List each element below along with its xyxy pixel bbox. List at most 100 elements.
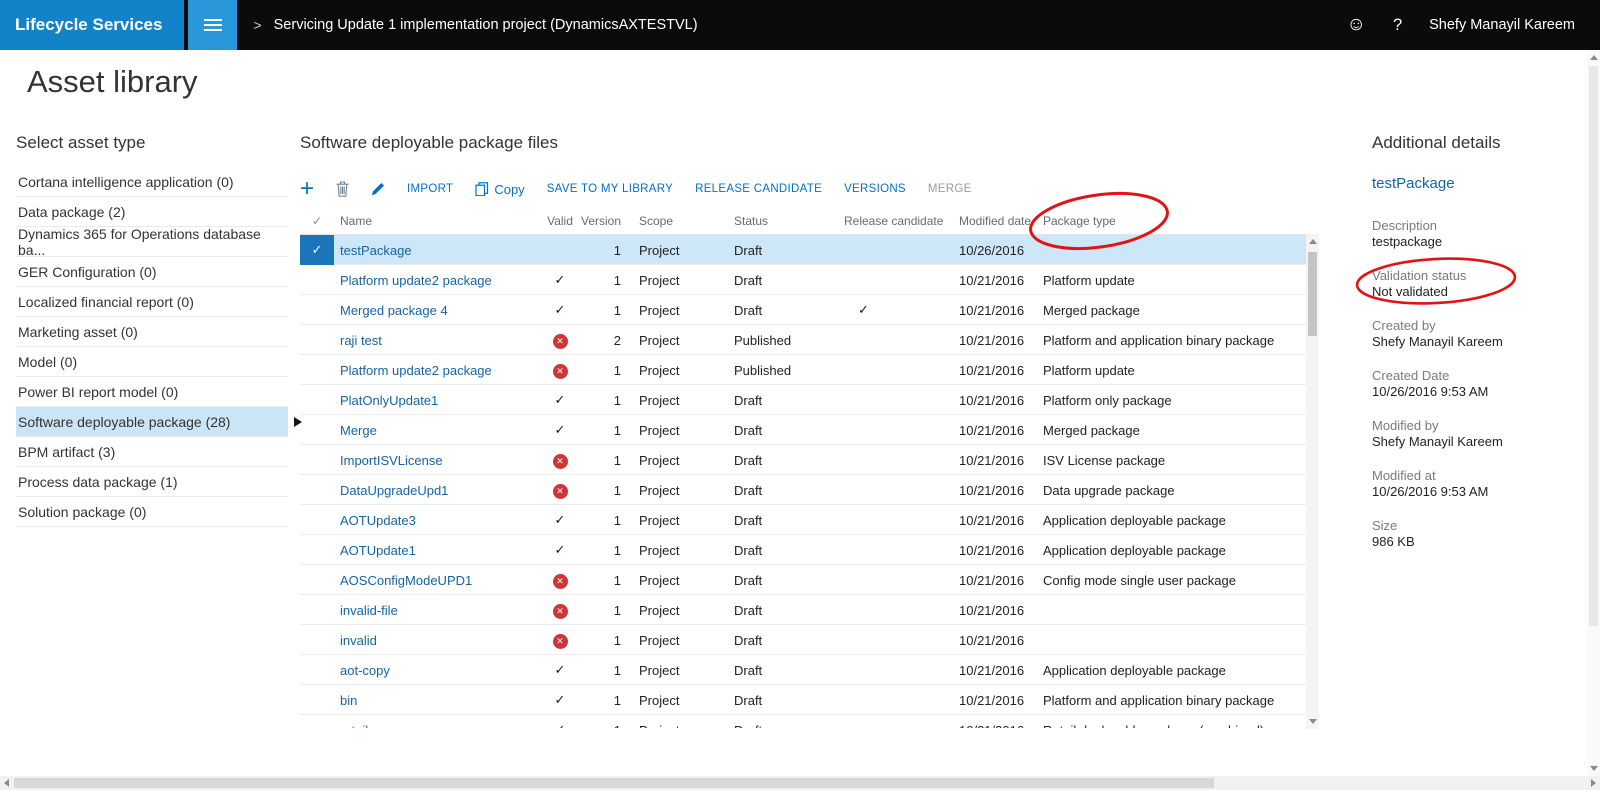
package-name-link[interactable]: invalid [334,633,539,648]
feedback-smiley-icon[interactable]: ☺ [1347,14,1366,36]
scroll-up-arrow-icon[interactable] [1309,239,1317,244]
row-checkbox[interactable] [300,715,334,728]
row-checkbox[interactable] [300,295,334,325]
table-scrollbar-thumb[interactable] [1308,252,1317,336]
sidebar-item[interactable]: Power BI report model (0) [16,377,288,407]
select-all-check-icon[interactable]: ✓ [300,214,334,228]
row-checkbox[interactable] [300,505,334,535]
scroll-left-arrow-icon[interactable] [4,779,9,787]
table-row[interactable]: AOTUpdate3 ✓ 1 Project Draft 10/21/2016 … [300,505,1306,535]
delete-trash-icon[interactable] [336,181,349,197]
sidebar-item[interactable]: GER Configuration (0) [16,257,288,287]
row-checkbox[interactable] [300,415,334,445]
row-checkbox[interactable] [300,445,334,475]
table-row[interactable]: Merged package 4 ✓ 1 Project Draft ✓ 10/… [300,295,1306,325]
merge-button[interactable]: MERGE [928,183,972,195]
versions-button[interactable]: VERSIONS [844,183,906,195]
horizontal-scrollbar[interactable] [0,776,1600,790]
table-row[interactable]: invalid ✕ 1 Project Draft 10/21/2016 [300,625,1306,655]
sidebar-item[interactable]: BPM artifact (3) [16,437,288,467]
package-name-link[interactable]: testPackage [334,243,539,258]
package-name-link[interactable]: Platform update2 package [334,273,539,288]
package-name-link[interactable]: Merged package 4 [334,303,539,318]
row-checkbox[interactable] [300,685,334,715]
table-row[interactable]: Platform update2 package ✕ 1 Project Pub… [300,355,1306,385]
package-name-link[interactable]: PlatOnlyUpdate1 [334,393,539,408]
package-name-link[interactable]: retail [334,723,539,729]
table-row[interactable]: Platform update2 package ✓ 1 Project Dra… [300,265,1306,295]
release-candidate-button[interactable]: RELEASE CANDIDATE [695,183,822,195]
package-name-link[interactable]: bin [334,693,539,708]
sidebar-item[interactable]: Data package (2) [16,197,288,227]
table-row[interactable]: AOSConfigModeUPD1 ✕ 1 Project Draft 10/2… [300,565,1306,595]
page-scroll-up-arrow-icon[interactable] [1590,55,1598,60]
horizontal-scrollbar-thumb[interactable] [14,778,1214,788]
sidebar-item[interactable]: Process data package (1) [16,467,288,497]
edit-pencil-icon[interactable] [371,182,385,196]
column-header-modified-date[interactable]: Modified date [949,214,1041,228]
column-header-scope[interactable]: Scope [629,214,724,228]
sidebar-item[interactable]: Dynamics 365 for Operations database ba.… [16,227,288,257]
user-name[interactable]: Shefy Manayil Kareem [1429,17,1575,33]
row-checkbox[interactable] [300,595,334,625]
sidebar-item[interactable]: Model (0) [16,347,288,377]
table-row[interactable]: Merge ✓ 1 Project Draft 10/21/2016 Merge… [300,415,1306,445]
package-name-link[interactable]: AOTUpdate3 [334,513,539,528]
row-checkbox[interactable] [300,475,334,505]
import-button[interactable]: IMPORT [407,183,453,195]
table-row[interactable]: DataUpgradeUpd1 ✕ 1 Project Draft 10/21/… [300,475,1306,505]
sidebar-item[interactable]: Marketing asset (0) [16,317,288,347]
table-row[interactable]: retail ✓ 1 Project Draft 10/21/2016 Reta… [300,715,1306,728]
scroll-down-arrow-icon[interactable] [1309,719,1317,724]
package-name-link[interactable]: Merge [334,423,539,438]
row-checkbox[interactable] [300,535,334,565]
add-button[interactable]: + [300,179,314,199]
package-name-link[interactable]: invalid-file [334,603,539,618]
sidebar-item[interactable]: Software deployable package (28) [16,407,288,437]
breadcrumb[interactable]: Servicing Update 1 implementation projec… [274,17,698,33]
table-row[interactable]: AOTUpdate1 ✓ 1 Project Draft 10/21/2016 … [300,535,1306,565]
column-header-package-type[interactable]: Package type [1041,214,1306,228]
package-name-link[interactable]: DataUpgradeUpd1 [334,483,539,498]
package-name-link[interactable]: raji test [334,333,539,348]
table-vertical-scrollbar[interactable] [1306,234,1319,729]
row-checkbox[interactable]: ✓ [300,235,334,265]
column-header-name[interactable]: Name [334,214,539,228]
table-row[interactable]: bin ✓ 1 Project Draft 10/21/2016 Platfor… [300,685,1306,715]
row-checkbox[interactable] [300,325,334,355]
row-checkbox[interactable] [300,655,334,685]
sidebar-item[interactable]: Localized financial report (0) [16,287,288,317]
sidebar-item[interactable]: Cortana intelligence application (0) [16,167,288,197]
table-row[interactable]: PlatOnlyUpdate1 ✓ 1 Project Draft 10/21/… [300,385,1306,415]
help-icon[interactable]: ? [1393,16,1402,35]
column-header-valid[interactable]: Valid [539,214,581,228]
page-vertical-scrollbar[interactable] [1587,50,1600,776]
sidebar-item[interactable]: Solution package (0) [16,497,288,527]
save-to-my-library-button[interactable]: SAVE TO MY LIBRARY [547,183,673,195]
row-checkbox[interactable] [300,355,334,385]
package-name-link[interactable]: Platform update2 package [334,363,539,378]
table-row[interactable]: invalid-file ✕ 1 Project Draft 10/21/201… [300,595,1306,625]
page-scrollbar-thumb[interactable] [1589,66,1598,626]
scroll-right-arrow-icon[interactable] [1591,779,1596,787]
details-package-name-link[interactable]: testPackage [1372,175,1590,192]
table-row[interactable]: aot-copy ✓ 1 Project Draft 10/21/2016 Ap… [300,655,1306,685]
package-name-link[interactable]: ImportISVLicense [334,453,539,468]
table-row[interactable]: ImportISVLicense ✕ 1 Project Draft 10/21… [300,445,1306,475]
column-header-status[interactable]: Status [724,214,834,228]
row-checkbox[interactable] [300,385,334,415]
row-checkbox[interactable] [300,265,334,295]
row-checkbox[interactable] [300,565,334,595]
table-row[interactable]: ✓ testPackage 1 Project Draft 10/26/2016 [300,235,1306,265]
hamburger-menu-icon[interactable] [188,0,237,50]
package-name-link[interactable]: AOSConfigModeUPD1 [334,573,539,588]
copy-button[interactable]: Copy [475,182,524,197]
column-header-release-candidate[interactable]: Release candidate [834,214,949,228]
package-name-link[interactable]: AOTUpdate1 [334,543,539,558]
package-name-link[interactable]: aot-copy [334,663,539,678]
page-scroll-down-arrow-icon[interactable] [1590,766,1598,771]
app-logo[interactable]: Lifecycle Services [0,0,184,50]
table-row[interactable]: raji test ✕ 2 Project Published 10/21/20… [300,325,1306,355]
column-header-version[interactable]: Version [581,214,629,228]
row-checkbox[interactable] [300,625,334,655]
